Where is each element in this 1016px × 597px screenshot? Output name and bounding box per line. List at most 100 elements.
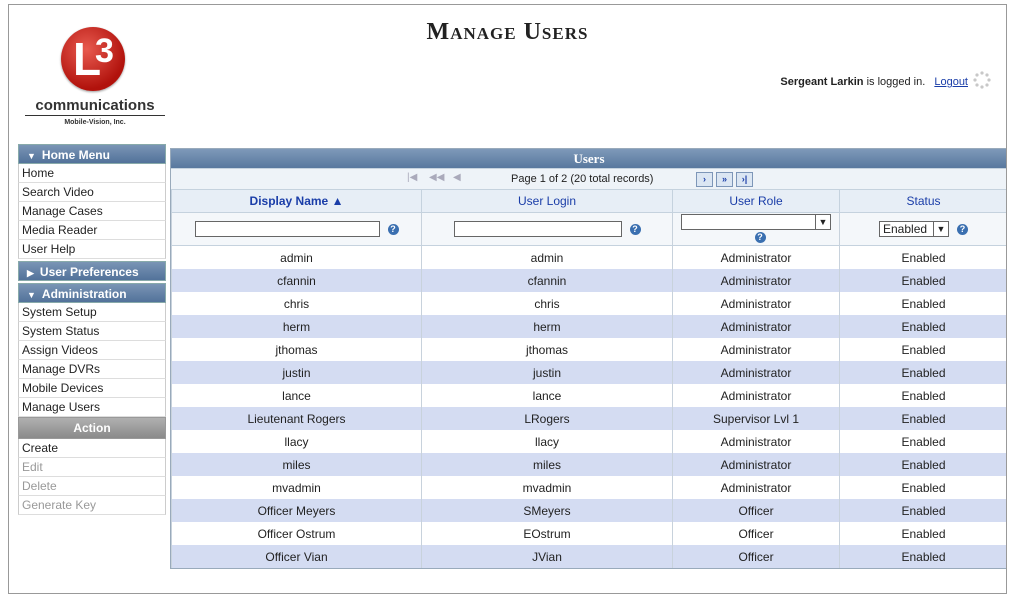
column-header-user-login[interactable]: User Login [421, 189, 673, 213]
cell-status: Enabled [839, 476, 1006, 499]
cell-display-name: Officer Meyers [171, 499, 422, 522]
cell-user-login: cfannin [421, 269, 673, 292]
prev-page-icon: ◀ [453, 172, 461, 183]
table-row[interactable]: chris chris Administrator Enabled [171, 292, 1006, 315]
cell-user-role: Administrator [672, 453, 840, 476]
sidebar-item-manage-cases[interactable]: Manage Cases [18, 202, 166, 221]
pager-text: Page 1 of 2 (20 total records) [511, 173, 654, 185]
column-header-status[interactable]: Status [839, 189, 1006, 213]
sidebar: ▼ Home Menu Home Search Video Manage Case… [18, 144, 166, 515]
user-preferences-header[interactable]: ▶ User Preferences [18, 261, 166, 281]
cell-user-role: Administrator [672, 338, 840, 361]
cell-user-login: chris [421, 292, 673, 315]
login-status: Sergeant Larkin is logged in. Logout [780, 76, 968, 88]
table-row[interactable]: Officer Vian JVian Officer Enabled [171, 545, 1006, 568]
cell-user-login: lance [421, 384, 673, 407]
table-row[interactable]: justin justin Administrator Enabled [171, 361, 1006, 384]
action-delete: Delete [18, 477, 166, 496]
cell-display-name: mvadmin [171, 476, 422, 499]
cell-display-name: herm [171, 315, 422, 338]
table-row[interactable]: llacy llacy Administrator Enabled [171, 430, 1006, 453]
collapse-arrow-icon: ▼ [27, 151, 36, 161]
sidebar-item-media-reader[interactable]: Media Reader [18, 221, 166, 240]
table-row[interactable]: admin admin Administrator Enabled [171, 245, 1006, 269]
next-page-button[interactable]: › [696, 172, 713, 187]
help-icon[interactable]: ? [957, 223, 968, 235]
sidebar-item-search-video[interactable]: Search Video [18, 183, 166, 202]
logo-sub-text: Mobile-Vision, Inc. [64, 119, 126, 126]
table-row[interactable]: Officer Ostrum EOstrum Officer Enabled [171, 522, 1006, 545]
logged-in-text: is logged in. [863, 76, 926, 88]
next-ten-button[interactable]: » [716, 172, 733, 187]
cell-status: Enabled [839, 522, 1006, 545]
status-filter-select[interactable]: Enabled ▼ [879, 221, 949, 237]
cell-display-name: llacy [171, 430, 422, 453]
app-frame: L 3 communications Mobile-Vision, Inc. M… [8, 4, 1007, 594]
chevron-down-icon: ▼ [815, 215, 830, 229]
chevron-down-icon: ▼ [933, 222, 948, 236]
last-page-button[interactable]: ›| [736, 172, 753, 187]
sidebar-item-home[interactable]: Home [18, 164, 166, 183]
sidebar-item-user-help[interactable]: User Help [18, 240, 166, 259]
cell-user-role: Administrator [672, 384, 840, 407]
cell-display-name: lance [171, 384, 422, 407]
table-row[interactable]: miles miles Administrator Enabled [171, 453, 1006, 476]
table-row[interactable]: mvadmin mvadmin Administrator Enabled [171, 476, 1006, 499]
logo-company-text: communications [25, 97, 165, 116]
filter-row: ? ? ▼? Enabled ▼? [171, 212, 1006, 246]
cell-status: Enabled [839, 338, 1006, 361]
cell-user-login: herm [421, 315, 673, 338]
table-row[interactable]: herm herm Administrator Enabled [171, 315, 1006, 338]
cell-display-name: miles [171, 453, 422, 476]
sidebar-item-system-status[interactable]: System Status [18, 322, 166, 341]
users-grid: Users |◀ ◀◀ ◀ Page 1 of 2 (20 total reco… [170, 148, 1006, 569]
home-menu-header[interactable]: ▼ Home Menu [18, 144, 166, 164]
cell-user-role: Administrator [672, 292, 840, 315]
cell-display-name: cfannin [171, 269, 422, 292]
sidebar-item-manage-dvrs[interactable]: Manage DVRs [18, 360, 166, 379]
table-row[interactable]: Officer Meyers SMeyers Officer Enabled [171, 499, 1006, 522]
sidebar-item-mobile-devices[interactable]: Mobile Devices [18, 379, 166, 398]
cell-user-login: EOstrum [421, 522, 673, 545]
table-row[interactable]: lance lance Administrator Enabled [171, 384, 1006, 407]
user-role-filter-select[interactable]: ▼ [681, 214, 831, 230]
cell-user-role: Administrator [672, 269, 840, 292]
cell-status: Enabled [839, 499, 1006, 522]
cell-status: Enabled [839, 245, 1006, 269]
cell-user-login: JVian [421, 545, 673, 568]
table-row[interactable]: cfannin cfannin Administrator Enabled [171, 269, 1006, 292]
action-create[interactable]: Create [18, 439, 166, 458]
cell-user-login: justin [421, 361, 673, 384]
cell-display-name: jthomas [171, 338, 422, 361]
table-row[interactable]: Lieutenant Rogers LRogers Supervisor Lvl 1… [171, 407, 1006, 430]
column-header-display-name[interactable]: Display Name ▲ [171, 189, 422, 213]
pager: |◀ ◀◀ ◀ Page 1 of 2 (20 total records) ›… [171, 168, 1006, 189]
table-row[interactable]: jthomas jthomas Administrator Enabled [171, 338, 1006, 361]
collapse-arrow-icon: ▼ [27, 290, 36, 300]
cell-user-login: llacy [421, 430, 673, 453]
grid-title: Users [171, 149, 1006, 168]
cell-user-role: Administrator [672, 315, 840, 338]
sidebar-item-system-setup[interactable]: System Setup [18, 303, 166, 322]
cell-status: Enabled [839, 430, 1006, 453]
column-header-user-role[interactable]: User Role [672, 189, 840, 213]
help-icon[interactable]: ? [754, 232, 766, 244]
cell-status: Enabled [839, 545, 1006, 568]
first-page-icon: |◀ [407, 172, 418, 183]
sidebar-item-assign-videos[interactable]: Assign Videos [18, 341, 166, 360]
help-icon[interactable]: ? [387, 223, 399, 235]
user-login-filter-input[interactable] [453, 221, 622, 237]
display-name-filter-input[interactable] [194, 221, 380, 237]
cell-display-name: Officer Ostrum [171, 522, 422, 545]
cell-display-name: justin [171, 361, 422, 384]
page-title: Manage Users [426, 19, 589, 45]
cell-display-name: admin [171, 245, 422, 269]
users-table: Display Name ▲ User Login User Role Stat… [171, 189, 1006, 568]
administration-header[interactable]: ▼ Administration [18, 283, 166, 303]
cell-user-role: Officer [672, 545, 840, 568]
cell-status: Enabled [839, 361, 1006, 384]
logout-link[interactable]: Logout [934, 76, 968, 88]
sidebar-item-manage-users[interactable]: Manage Users [18, 398, 166, 417]
help-icon[interactable]: ? [629, 223, 641, 235]
cell-user-role: Administrator [672, 361, 840, 384]
